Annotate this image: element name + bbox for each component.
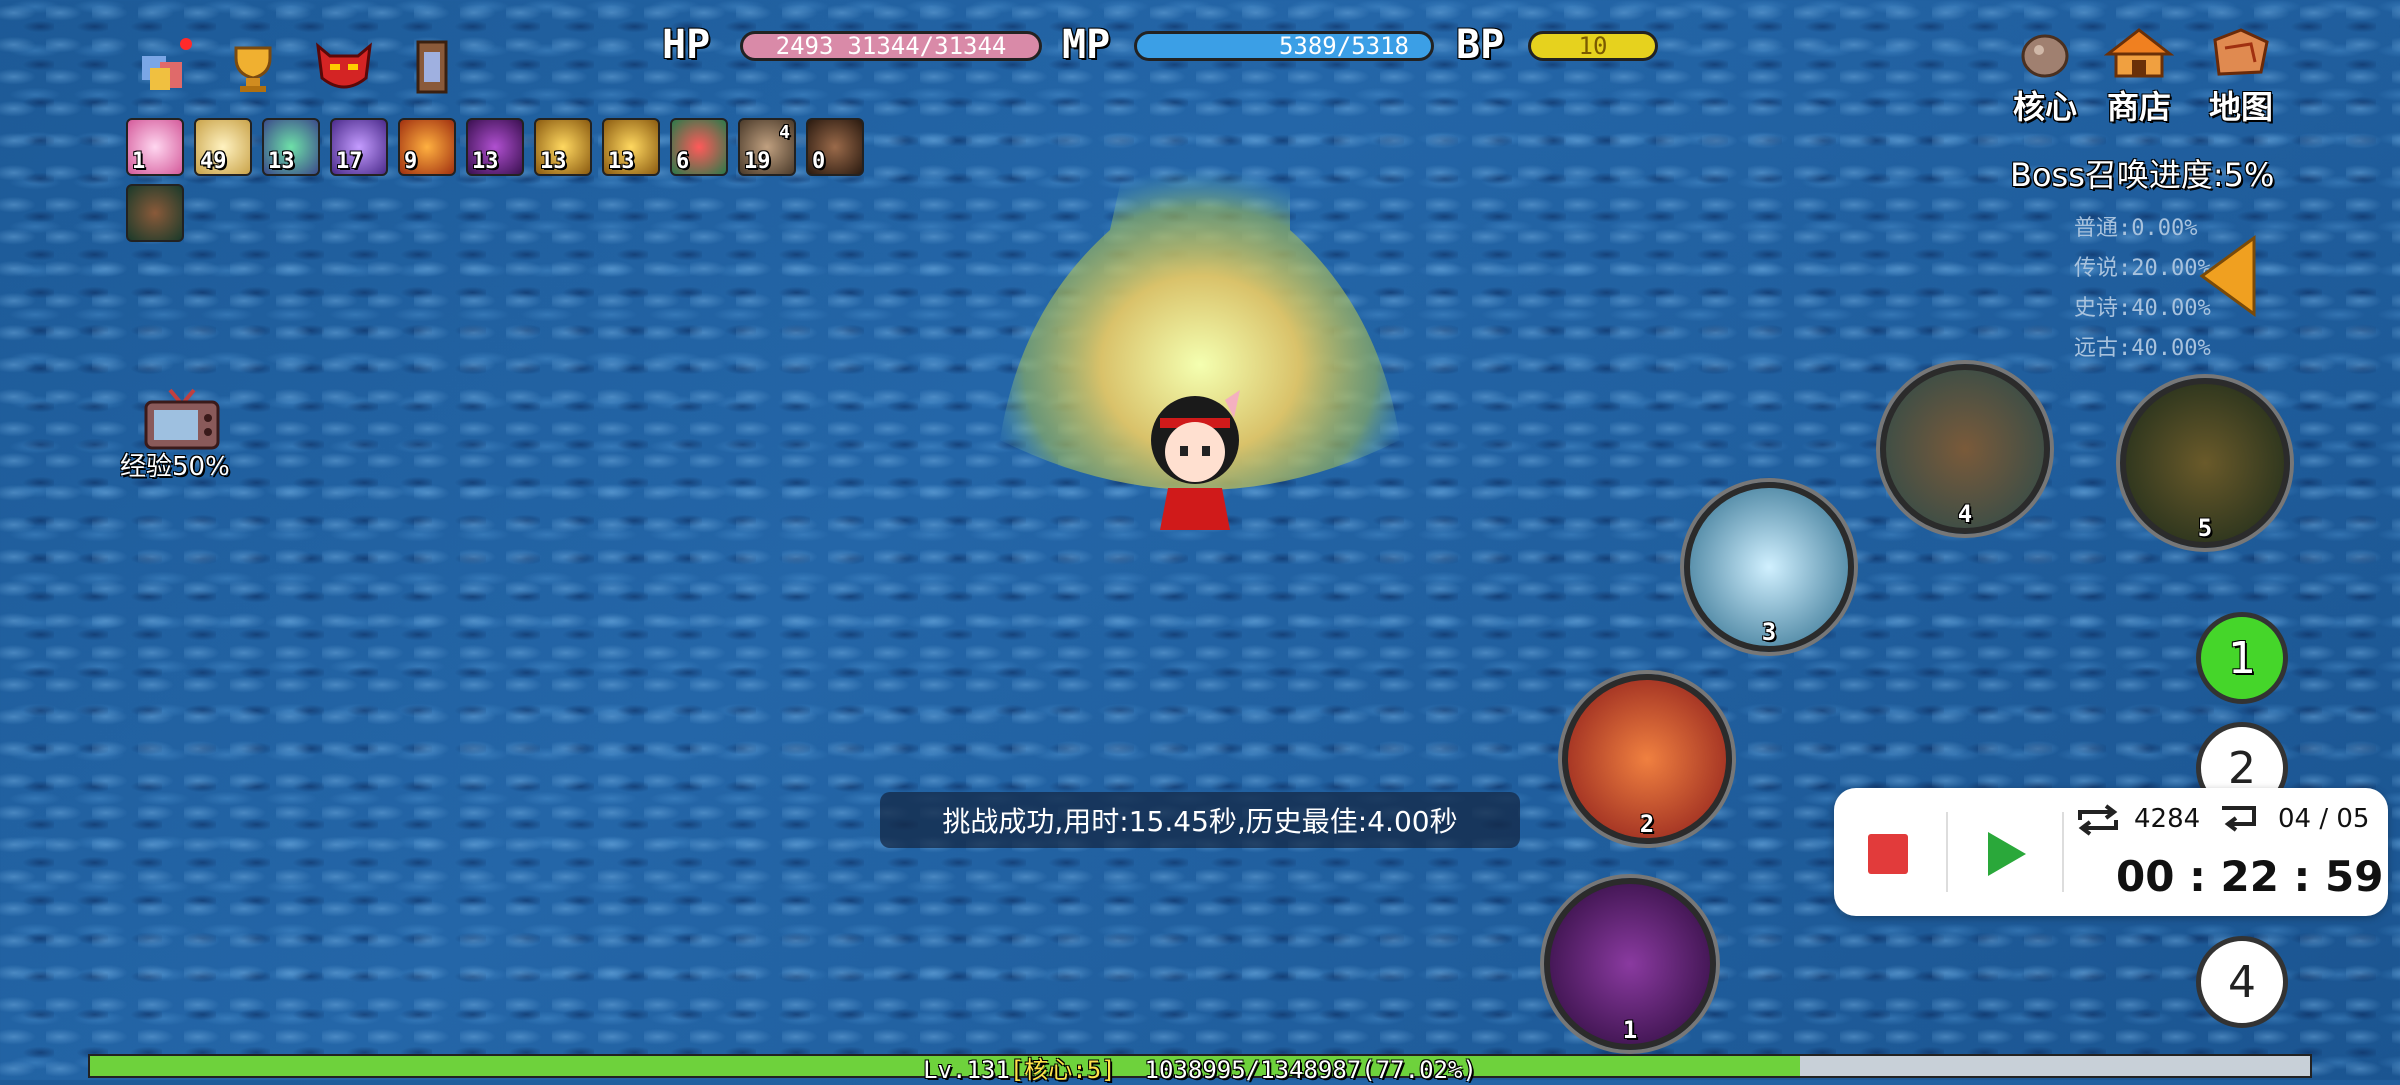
exp-bonus-label: 经验50%	[120, 452, 230, 482]
rate-normal: 普通:0.00%	[2074, 216, 2198, 241]
skill-2[interactable]: 2	[1562, 674, 1732, 844]
dark-wing-buff-icon[interactable]: 13	[466, 118, 524, 176]
gift-icon[interactable]	[136, 38, 194, 96]
skill-4[interactable]: 4	[1880, 364, 2050, 534]
challenge-message: 挑战成功,用时:15.45秒,历史最佳:4.00秒	[880, 792, 1520, 848]
pickaxe-buff-icon[interactable]: 19 4	[738, 118, 796, 176]
top-icons	[136, 34, 466, 100]
slot-1[interactable]: 1	[2196, 612, 2288, 704]
scroll-icon[interactable]	[410, 38, 454, 96]
skill-5[interactable]: 5	[2120, 378, 2290, 548]
demon-mask-icon[interactable]	[312, 38, 372, 96]
spiral-buff-icon[interactable]: 1	[126, 118, 184, 176]
bp-bar: 10	[1528, 31, 1658, 61]
core-icon	[2021, 34, 2069, 78]
player-character[interactable]	[1130, 380, 1260, 540]
shop-icon	[2103, 28, 2175, 78]
gold-bell-buff-icon[interactable]: 13	[602, 118, 660, 176]
buff-list: 1 49 13 17 9 13 13 13 6 19 4 0	[126, 118, 866, 248]
repeat-count: 4284	[2134, 804, 2201, 834]
play-button[interactable]	[1984, 830, 2028, 882]
werewolf-buff-icon[interactable]: 0	[806, 118, 864, 176]
map-button[interactable]: 地图	[2196, 28, 2286, 128]
step-icon	[2218, 802, 2258, 842]
map-icon	[2213, 28, 2269, 76]
trophy-icon[interactable]	[224, 38, 282, 96]
tv-icon	[142, 388, 222, 454]
repeat-icon	[2074, 802, 2122, 842]
bp-label: BP	[1456, 22, 1505, 68]
feather-buff-icon[interactable]: 49	[194, 118, 252, 176]
hp-label: HP	[662, 22, 711, 68]
bp-value: 10	[1578, 32, 1608, 60]
collapse-arrow-icon[interactable]	[2196, 234, 2266, 322]
hp-bar: 2493 31344/31344	[740, 31, 1042, 61]
slot-4[interactable]: 4	[2196, 936, 2288, 1028]
rate-epic: 史诗:40.00%	[2074, 296, 2211, 321]
skill-1[interactable]: 1	[1544, 878, 1716, 1050]
gold-bell-buff-icon[interactable]: 13	[534, 118, 592, 176]
exp-bar: Lv.131[核心:5] 1038995/1348987(77.02%)	[88, 1054, 2312, 1084]
purple-wing-buff-icon[interactable]: 17	[330, 118, 388, 176]
play-icon	[1988, 832, 2026, 876]
mp-label: MP	[1062, 22, 1111, 68]
step-progress: 04 / 05	[2278, 804, 2370, 834]
script-panel: 4284 04 / 05 00 : 22 : 59	[1834, 788, 2388, 916]
fire-beast-buff-icon[interactable]: 9	[398, 118, 456, 176]
boss-progress: Boss召唤进度:5%	[2010, 156, 2275, 194]
warrior-buff-icon[interactable]	[126, 184, 184, 242]
challenge-message-text: 挑战成功,用时:15.45秒,历史最佳:4.00秒	[942, 805, 1458, 838]
skill-3[interactable]: 3	[1684, 482, 1854, 652]
rate-legend: 传说:20.00%	[2074, 256, 2211, 281]
rate-ancient: 远古:40.00%	[2074, 336, 2211, 361]
core-button[interactable]: 核心	[2000, 28, 2090, 128]
mp-value: 5389/5318	[1278, 32, 1409, 60]
stop-button[interactable]	[1868, 834, 1908, 874]
hp-prefix: 2493	[775, 32, 834, 60]
drop-rates: 普通:0.00% 传说:20.00% 史诗:40.00% 远古:40.00%	[2074, 210, 2211, 362]
mp-bar: 5389/5318	[1134, 31, 1434, 61]
scales-buff-icon[interactable]: 13	[262, 118, 320, 176]
divider	[1946, 812, 1948, 892]
shop-button[interactable]: 商店	[2094, 28, 2184, 128]
red-flower-buff-icon[interactable]: 6	[670, 118, 728, 176]
exp-bonus[interactable]: 经验50%	[120, 388, 240, 488]
divider	[2062, 812, 2064, 892]
run-timer: 00 : 22 : 59	[2116, 852, 2384, 901]
hp-value: 31344/31344	[847, 32, 1007, 60]
